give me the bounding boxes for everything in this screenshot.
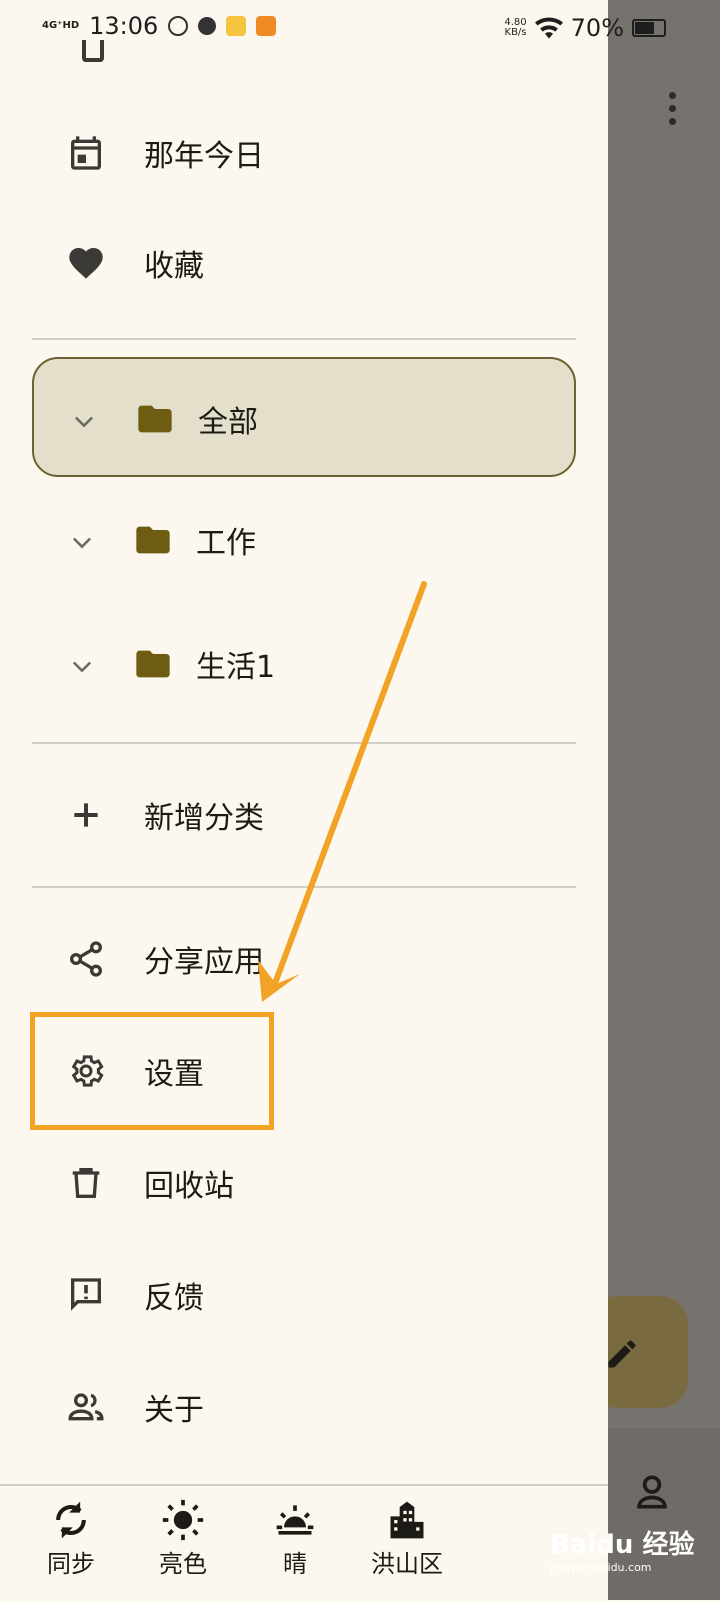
annotation-highlight-box: [30, 1012, 274, 1130]
annotation-arrow: [258, 581, 427, 1002]
watermark: Baidu 经验 jingyan.baidu.com: [550, 1530, 695, 1574]
